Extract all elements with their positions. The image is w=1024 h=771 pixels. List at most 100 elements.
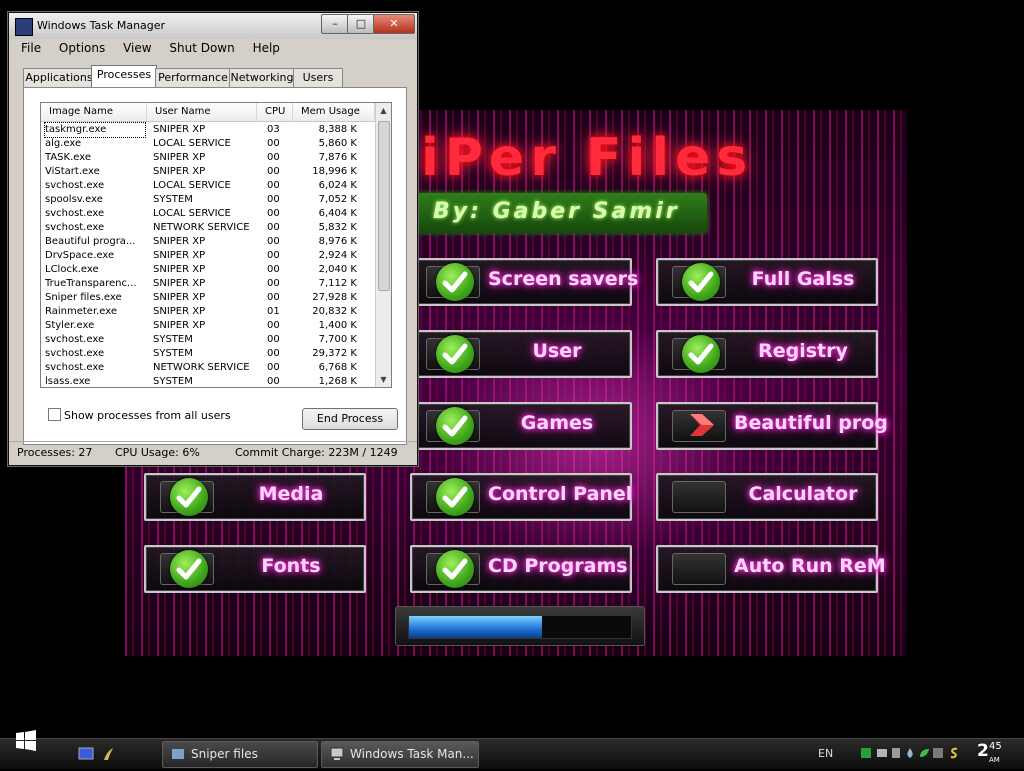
table-row[interactable]: Styler.exe SNIPER XP 00 1,400 K [41,319,375,333]
clock-hour: 2 [977,741,989,761]
process-list[interactable]: Image Name User Name CPU Mem Usage taskm… [40,102,392,388]
quick-launch-app-icon[interactable] [100,746,116,762]
maximize-button[interactable]: □ [347,14,375,34]
cell-user-name: SNIPER XP [153,292,206,303]
menu-shut-down[interactable]: Shut Down [169,41,234,55]
column-mem-usage[interactable]: Mem Usage [293,103,375,121]
menu-button-user[interactable]: User [410,330,632,378]
tray-app-icon[interactable] [890,747,902,759]
end-process-button[interactable]: End Process [302,408,398,430]
checkmark-icon [170,478,208,516]
table-row[interactable]: alg.exe LOCAL SERVICE 00 5,860 K [41,137,375,151]
cell-user-name: SNIPER XP [153,236,206,247]
column-image-name[interactable]: Image Name [41,103,147,121]
table-row[interactable]: DrvSpace.exe SNIPER XP 00 2,924 K [41,249,375,263]
start-button[interactable] [6,721,46,767]
taskbar-item-label: Windows Task Man... [350,747,474,761]
cell-cpu: 00 [267,264,280,275]
menu-button-media[interactable]: Media [144,473,366,521]
cell-user-name: SNIPER XP [153,124,206,135]
menu-button-screen-savers[interactable]: Screen savers [410,258,638,306]
menu-button-games[interactable]: Games [410,402,632,450]
table-row[interactable]: svchost.exe LOCAL SERVICE 00 6,404 K [41,207,375,221]
vertical-scrollbar[interactable]: ▲ ▼ [375,103,391,387]
tray-s-icon[interactable] [948,747,960,759]
checkbox-icon[interactable] [48,408,61,421]
title-bar[interactable]: Windows Task Manager – □ ✕ [9,13,417,39]
table-row[interactable]: TASK.exe SNIPER XP 00 7,876 K [41,151,375,165]
cell-user-name: SNIPER XP [153,306,206,317]
table-row[interactable]: svchost.exe LOCAL SERVICE 00 6,024 K [41,179,375,193]
process-list-header: Image Name User Name CPU Mem Usage [41,103,375,122]
table-row[interactable]: lsass.exe SYSTEM 00 1,268 K [41,375,375,387]
taskbar-item-task-manager[interactable]: Windows Task Man... [321,741,479,768]
show-desktop-icon[interactable] [78,746,94,762]
scroll-down-arrow-icon[interactable]: ▼ [376,372,391,387]
progress-fill [409,616,543,638]
tray-droplet-icon[interactable] [904,747,916,759]
taskbar-item-label: Sniper files [191,747,258,761]
tab-applications[interactable]: Applications [23,68,95,87]
cell-cpu: 00 [267,376,280,387]
menu-options[interactable]: Options [59,41,105,55]
status-bar: Processes: 27 CPU Usage: 6% Commit Charg… [9,441,417,464]
table-row[interactable]: Beautiful progra... SNIPER XP 00 8,976 K [41,235,375,249]
arrow-right-icon [686,412,716,442]
cell-image-name: Styler.exe [45,320,95,331]
cell-user-name: SYSTEM [153,334,193,345]
taskbar: Sniper files Windows Task Man... EN 2 45… [0,730,1024,769]
table-row[interactable]: svchost.exe NETWORK SERVICE 00 5,832 K [41,221,375,235]
scroll-thumb[interactable] [378,121,390,291]
cell-cpu: 00 [267,138,280,149]
cell-cpu: 00 [267,208,280,219]
menu-button-beautiful-prog[interactable]: Beautiful prog [656,402,888,450]
table-row[interactable]: Rainmeter.exe SNIPER XP 01 20,832 K [41,305,375,319]
menu-button-calculator[interactable]: Calculator [656,473,878,521]
menu-button-auto-run-rem[interactable]: Auto Run ReM [656,545,886,593]
menu-button-fonts[interactable]: Fonts [144,545,366,593]
column-cpu[interactable]: CPU [257,103,293,121]
menu-button-registry[interactable]: Registry [656,330,878,378]
menu-button-label: Registry [758,340,848,362]
show-all-processes-checkbox[interactable]: Show processes from all users [48,408,231,422]
menu-help[interactable]: Help [253,41,280,55]
progress-track [408,615,632,639]
table-row[interactable]: svchost.exe SYSTEM 00 7,700 K [41,333,375,347]
taskbar-item-sniper-files[interactable]: Sniper files [162,741,318,768]
menu-file[interactable]: File [21,41,41,55]
menu-button-label: Calculator [748,483,858,505]
menu-view[interactable]: View [123,41,151,55]
scroll-up-arrow-icon[interactable]: ▲ [376,103,391,118]
tray-network-icon[interactable] [860,747,872,759]
table-row[interactable]: ViStart.exe SNIPER XP 00 18,996 K [41,165,375,179]
tab-networking[interactable]: Networking [229,68,295,87]
cell-mem-usage: 27,928 K [312,292,357,303]
tab-users[interactable]: Users [293,68,343,87]
table-row[interactable]: svchost.exe SYSTEM 00 29,372 K [41,347,375,361]
byline-banner: By: Gaber Samir [417,193,707,233]
task-manager-icon [15,18,33,36]
menu-button-control-panel[interactable]: Control Panel [410,473,632,521]
cell-image-name: spoolsv.exe [45,194,103,205]
minimize-button[interactable]: – [321,14,349,34]
tray-leaf-icon[interactable] [918,747,930,759]
table-row[interactable]: LClock.exe SNIPER XP 00 2,040 K [41,263,375,277]
cell-user-name: SNIPER XP [153,166,206,177]
column-user-name[interactable]: User Name [147,103,257,121]
language-indicator[interactable]: EN [818,739,833,769]
menu-button-cd-programs[interactable]: CD Programs [410,545,632,593]
cell-mem-usage: 7,700 K [318,334,357,345]
table-row[interactable]: spoolsv.exe SYSTEM 00 7,052 K [41,193,375,207]
tray-tool-icon[interactable] [932,747,944,759]
close-button[interactable]: ✕ [373,14,415,34]
tray-monitor-icon[interactable] [876,747,888,759]
table-row[interactable]: taskmgr.exe SNIPER XP 03 8,388 K [41,122,375,138]
cell-image-name: DrvSpace.exe [45,250,115,261]
table-row[interactable]: TrueTransparenc... SNIPER XP 00 7,112 K [41,277,375,291]
table-row[interactable]: Sniper files.exe SNIPER XP 00 27,928 K [41,291,375,305]
tab-performance[interactable]: Performance [155,68,231,87]
table-row[interactable]: svchost.exe NETWORK SERVICE 00 6,768 K [41,361,375,375]
tab-processes[interactable]: Processes [91,65,157,88]
menu-button-full-galss[interactable]: Full Galss [656,258,878,306]
cell-user-name: SNIPER XP [153,264,206,275]
